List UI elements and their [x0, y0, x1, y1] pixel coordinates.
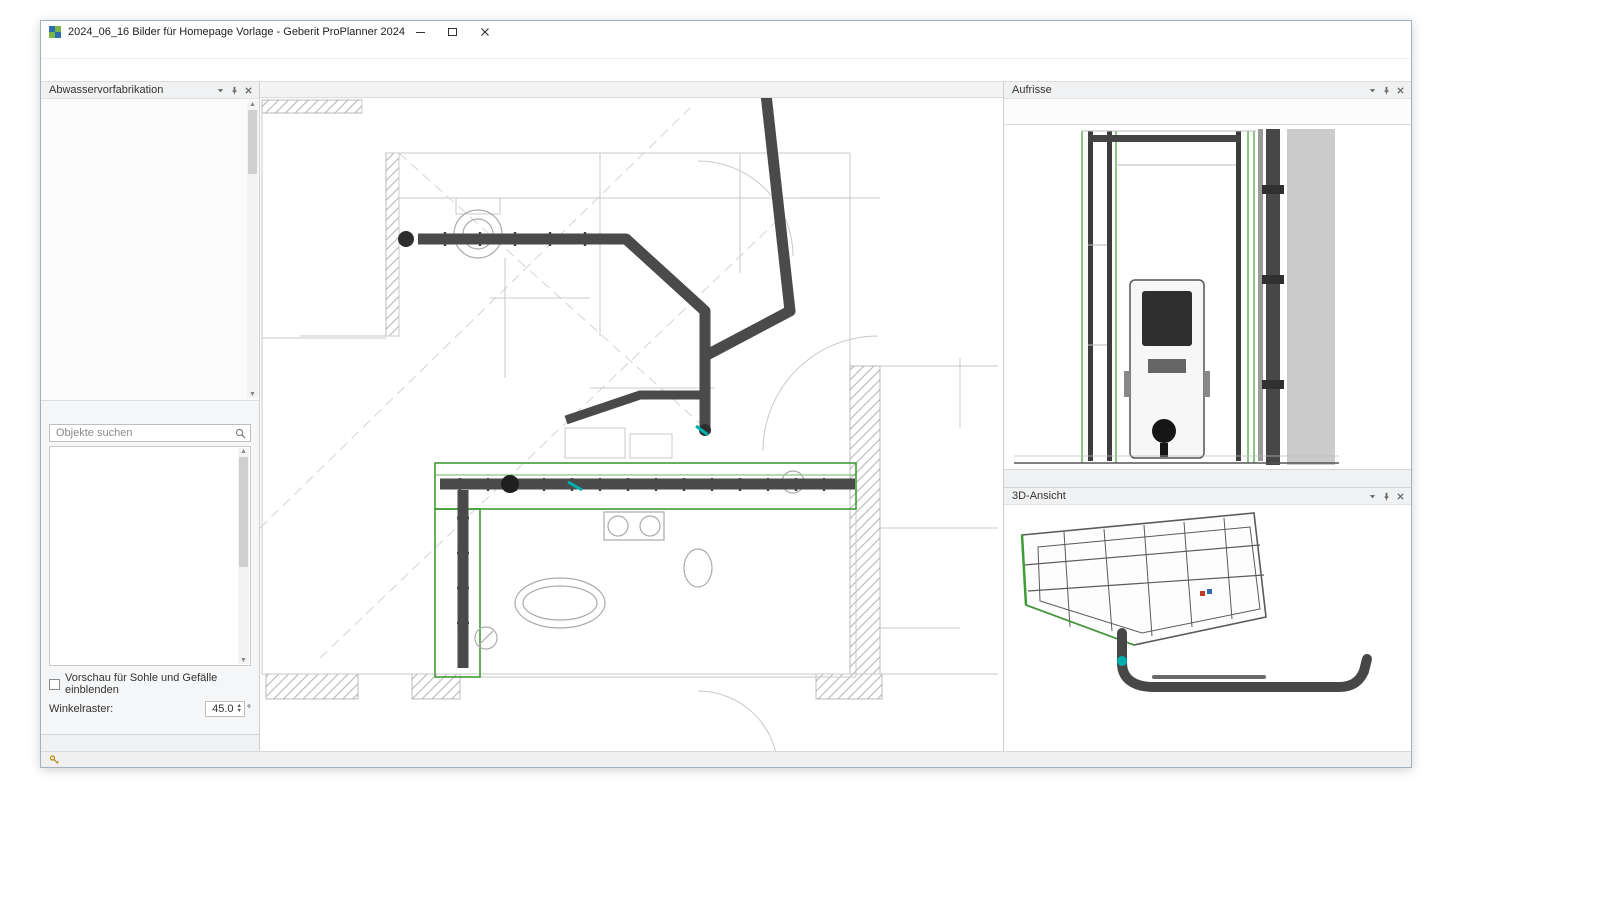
scroll-thumb[interactable]	[239, 457, 248, 567]
tool-palette: ▲ ▼	[41, 99, 259, 401]
3d-panel-title: 3D-Ansicht	[1012, 490, 1365, 502]
pin-icon[interactable]	[227, 84, 241, 97]
close-icon[interactable]	[241, 84, 255, 97]
preview-checkbox-label: Vorschau für Sohle und Gefälle einblende…	[65, 672, 251, 696]
panel-abwasservorfabrikation: Abwasservorfabrikation ▲ ▼	[41, 82, 260, 751]
winkelraster-stepper[interactable]: 45.0 ▲▼	[205, 701, 245, 717]
winkelraster-label: Winkelraster:	[49, 703, 113, 715]
winkelraster-unit: °	[247, 704, 251, 715]
parts-scrollbar[interactable]: ▲ ▼	[238, 448, 249, 664]
scroll-up-icon[interactable]: ▲	[249, 101, 256, 108]
session-key-icon	[49, 754, 60, 765]
3d-drawing	[1004, 505, 1411, 749]
document-tabs	[260, 82, 1003, 98]
title-bar[interactable]: 2024_06_16 Bilder für Homepage Vorlage -…	[41, 21, 1411, 43]
aufrisse-panel-header: Aufrisse	[1004, 82, 1411, 99]
maximize-button[interactable]	[437, 21, 469, 43]
winkelraster-row: Winkelraster: 45.0 ▲▼ °	[49, 701, 251, 717]
preview-option[interactable]: Vorschau für Sohle und Gefälle einblende…	[49, 672, 251, 696]
floor-plan-drawing	[260, 98, 1003, 751]
chevron-down-icon[interactable]	[1365, 490, 1379, 503]
winkelraster-value: 45.0	[212, 703, 233, 715]
object-search[interactable]	[49, 424, 251, 442]
scroll-thumb[interactable]	[248, 110, 257, 174]
search-input[interactable]	[54, 426, 235, 440]
pin-icon[interactable]	[1379, 84, 1393, 97]
app-window: 2024_06_16 Bilder für Homepage Vorlage -…	[40, 20, 1412, 768]
status-bar	[41, 751, 1411, 767]
right-dock: Aufrisse	[1003, 82, 1411, 751]
pin-icon[interactable]	[1379, 490, 1393, 503]
left-dock-tab-strip	[41, 734, 259, 751]
left-panel-header: Abwasservorfabrikation	[41, 82, 259, 99]
right-dock-tab-strip	[1004, 469, 1411, 488]
drawing-canvas-area	[260, 82, 1003, 751]
3d-view[interactable]	[1004, 505, 1411, 751]
close-icon[interactable]	[1393, 84, 1407, 97]
chevron-down-icon[interactable]	[213, 84, 227, 97]
chevron-down-icon[interactable]	[1365, 84, 1379, 97]
left-panel-title: Abwasservorfabrikation	[49, 84, 213, 96]
aufrisse-panel-title: Aufrisse	[1012, 84, 1365, 96]
aufriss-tabs	[1004, 99, 1411, 125]
preview-checkbox[interactable]	[49, 679, 60, 690]
workspace: Abwasservorfabrikation ▲ ▼	[41, 82, 1411, 751]
search-icon	[235, 428, 246, 439]
scroll-down-icon[interactable]: ▼	[240, 657, 247, 664]
close-icon[interactable]	[1393, 490, 1407, 503]
stepper-arrows-icon[interactable]: ▲▼	[237, 704, 242, 714]
3d-panel-header: 3D-Ansicht	[1004, 488, 1411, 505]
scroll-up-icon[interactable]: ▲	[240, 448, 247, 455]
parts-catalog: ▲ ▼	[49, 446, 251, 666]
scroll-down-icon[interactable]: ▼	[249, 391, 256, 398]
close-button[interactable]	[469, 21, 501, 43]
window-title: 2024_06_16 Bilder für Homepage Vorlage -…	[68, 26, 405, 38]
left-panel-tabs	[41, 401, 259, 420]
minimize-button[interactable]	[405, 21, 437, 43]
app-icon	[48, 25, 62, 39]
elevation-drawing	[1004, 125, 1411, 469]
floor-plan-canvas[interactable]	[260, 98, 1003, 751]
tool-palette-scrollbar[interactable]: ▲ ▼	[247, 101, 258, 398]
elevation-view[interactable]	[1004, 125, 1411, 469]
menu-bar	[41, 43, 1411, 58]
toolbar	[41, 58, 1411, 82]
